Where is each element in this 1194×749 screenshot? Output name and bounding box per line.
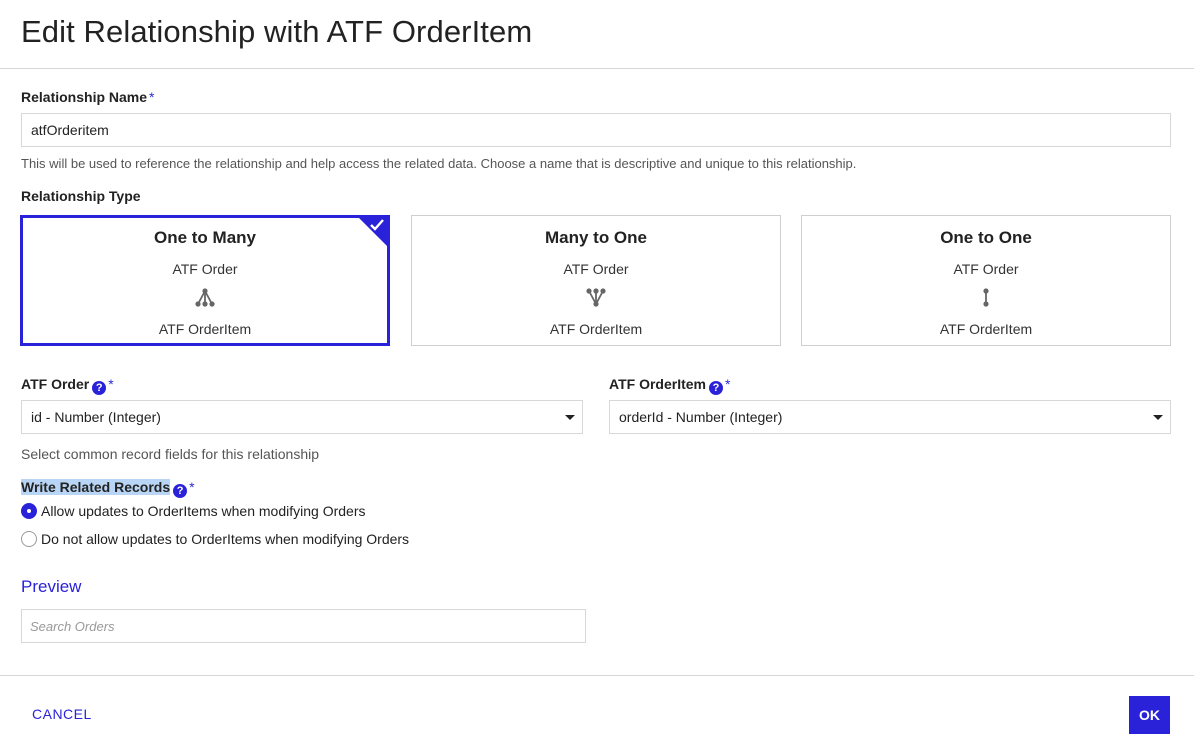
dialog-title: Edit Relationship with ATF OrderItem xyxy=(21,14,533,49)
caret-down-icon xyxy=(565,415,575,420)
radio-button-selected[interactable] xyxy=(21,503,37,519)
atf-order-field-label-text: ATF Order xyxy=(21,376,90,392)
write-related-label-text: Write Related Records xyxy=(21,479,171,495)
required-mark: * xyxy=(149,89,155,105)
card-from-label: ATF Order xyxy=(953,261,1019,277)
relationship-name-input[interactable] xyxy=(21,113,1171,147)
radio-label: Allow updates to OrderItems when modifyi… xyxy=(41,503,366,519)
card-one-to-one[interactable]: One to One ATF Order ATF OrderItem xyxy=(801,215,1171,346)
card-one-to-many[interactable]: One to Many ATF Order ATF OrderItem xyxy=(20,215,390,346)
atf-orderitem-field-label: ATF OrderItem? * xyxy=(609,376,730,395)
cancel-button[interactable]: CANCEL xyxy=(32,706,92,722)
card-to-label: ATF OrderItem xyxy=(939,321,1033,337)
card-title: One to Many xyxy=(153,228,256,247)
atf-orderitem-field-select[interactable]: orderId - Number (Integer) xyxy=(609,400,1171,434)
card-from-label: ATF Order xyxy=(563,261,629,277)
radio-label: Do not allow updates to OrderItems when … xyxy=(41,531,410,547)
preview-title: Preview xyxy=(21,577,82,596)
radio-allow-updates[interactable]: Allow updates to OrderItems when modifyi… xyxy=(21,503,365,519)
relationship-name-help: This will be used to reference the relat… xyxy=(21,156,857,171)
dialog-footer: CANCEL OK xyxy=(0,675,1194,749)
required-mark: * xyxy=(108,376,114,392)
required-mark: * xyxy=(189,479,195,495)
one-to-one-icon xyxy=(983,288,989,307)
card-to-label: ATF OrderItem xyxy=(158,321,252,337)
caret-down-icon xyxy=(1153,415,1163,420)
relationship-type-label: Relationship Type xyxy=(21,188,141,204)
dialog-header: Edit Relationship with ATF OrderItem xyxy=(0,0,1194,69)
card-many-to-one[interactable]: Many to One ATF Order ATF OrderItem xyxy=(411,215,781,346)
many-to-one-icon xyxy=(586,288,606,307)
ok-button[interactable]: OK xyxy=(1129,696,1170,734)
atf-orderitem-field-label-text: ATF OrderItem xyxy=(609,376,706,392)
radio-disallow-updates[interactable]: Do not allow updates to OrderItems when … xyxy=(21,531,409,547)
one-to-many-icon xyxy=(195,288,215,307)
check-icon xyxy=(370,219,384,231)
relationship-name-label: Relationship Name * xyxy=(21,89,154,105)
select-value: id - Number (Integer) xyxy=(31,409,161,425)
atf-order-field-select[interactable]: id - Number (Integer) xyxy=(21,400,583,434)
card-from-label: ATF Order xyxy=(172,261,238,277)
atf-order-field-label: ATF Order? * xyxy=(21,376,114,395)
card-title: Many to One xyxy=(544,228,647,247)
help-icon[interactable]: ? xyxy=(173,484,188,498)
relationship-name-label-text: Relationship Name xyxy=(21,89,148,105)
card-to-label: ATF OrderItem xyxy=(549,321,643,337)
select-value: orderId - Number (Integer) xyxy=(619,409,783,425)
card-title: One to One xyxy=(940,228,1032,247)
radio-button[interactable] xyxy=(21,531,37,547)
search-orders-input[interactable] xyxy=(21,609,586,643)
required-mark: * xyxy=(724,376,731,392)
help-icon[interactable]: ? xyxy=(708,381,723,395)
fields-help: Select common record fields for this rel… xyxy=(21,446,320,462)
help-icon[interactable]: ? xyxy=(92,381,107,395)
write-related-label: Write Related Records? * xyxy=(21,479,195,498)
